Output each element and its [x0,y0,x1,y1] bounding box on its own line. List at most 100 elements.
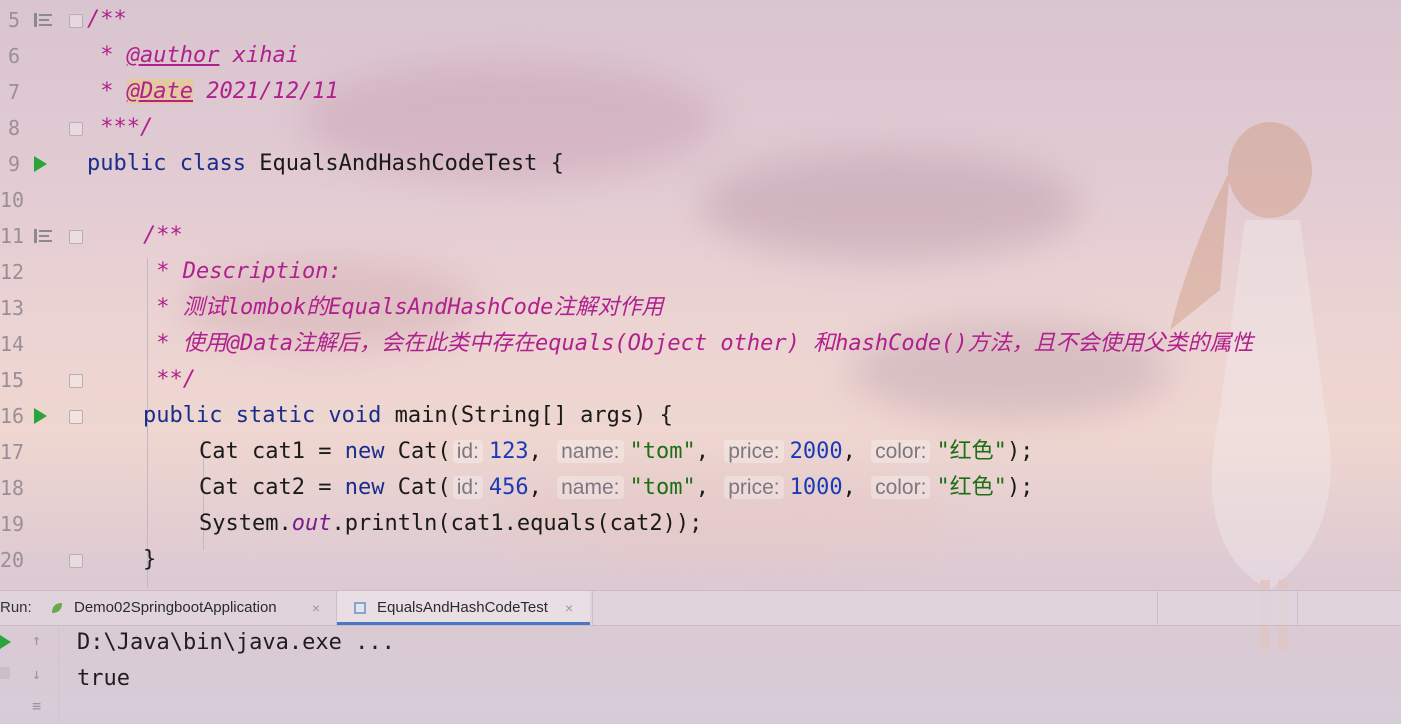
fold-icon[interactable] [69,230,83,244]
tab-equals-and-hashcode-test[interactable]: EqualsAndHashCodeTest × [337,591,590,625]
string-literal: "tom" [629,475,696,500]
code-text: Cat cat1 = [199,439,345,464]
scroll-up-icon[interactable]: ↑ [32,631,41,649]
console-command-line: D:\Java\bin\java.exe ... [77,630,395,655]
line-number: 18 [0,476,25,500]
code-text: ***/ [87,115,154,140]
number-literal: 456 [488,475,529,500]
line-number: 17 [0,440,25,464]
doc-lines-icon[interactable] [34,229,52,243]
code-line: 17 Cat cat1 = new Cat(id: 123, name: "tom"… [0,434,1401,470]
run-label: Run: [0,599,32,616]
string-literal: "红色" [936,439,1007,464]
javadoc-tag: @author [126,43,220,68]
code-text: * 使用@Data注解后，会在此类中存在equals(Object other)… [143,331,1254,356]
code-line: 6 * @author xihai [0,38,1401,74]
string-literal: "红色" [936,475,1007,500]
line-number: 16 [0,404,25,428]
param-hint: name: [557,476,624,499]
code-text: xihai [219,43,299,68]
run-gutter-icon[interactable] [34,156,47,172]
code-text: Cat cat2 = [199,475,345,500]
line-number: 6 [7,44,20,68]
code-text: * 测试lombok的EqualsAndHashCode注解对作用 [143,295,664,320]
line-number: 13 [0,296,25,320]
fold-icon[interactable] [69,554,83,568]
fold-icon[interactable] [69,410,83,424]
javadoc-tag: @Date [126,79,193,104]
scroll-down-icon[interactable]: ↓ [32,665,41,683]
line-number: 12 [0,260,25,284]
console-output-line: true [77,666,130,691]
run-tabbar: Run: Demo02SpringbootApplication × Equal… [0,590,1401,626]
line-number: 20 [0,548,25,572]
spring-leaf-icon [52,603,62,613]
code-text: /** [87,7,127,32]
line-number: 10 [0,188,25,212]
code-text: **/ [143,367,196,392]
keyword: new [344,475,385,500]
line-number: 7 [7,80,20,104]
code-line: 8 ***/ [0,110,1401,146]
fold-icon[interactable] [69,14,83,28]
line-number: 19 [0,512,25,536]
doc-lines-icon[interactable] [34,13,52,27]
code-line: 16 public static void main(String[] args… [0,398,1401,434]
fold-icon[interactable] [69,374,83,388]
code-line: 10 [0,182,1401,218]
tab-divider [1297,591,1298,625]
rerun-icon[interactable] [0,635,11,649]
code-line: 7 * @Date 2021/12/11 [0,74,1401,110]
line-number: 11 [0,224,25,248]
code-line: 12 * Description: [0,254,1401,290]
keyword: public class [87,151,246,176]
run-console[interactable]: ↑ ↓ ≡ D:\Java\bin\java.exe ... true [0,625,1401,724]
stop-icon[interactable] [0,667,10,679]
number-literal: 1000 [789,475,843,500]
code-line: 11 /** [0,218,1401,254]
java-class-icon [354,602,366,614]
code-text: .println(cat1.equals(cat2)); [331,511,703,536]
param-hint: color: [871,440,931,463]
param-hint: color: [871,476,931,499]
code-text: Cat( [384,439,451,464]
number-literal: 123 [488,439,529,464]
code-line: 9 public class EqualsAndHashCodeTest { [0,146,1401,182]
code-editor[interactable]: 5 /** 6 * @author xihai 7 * @Date 2021/1… [0,0,1401,590]
code-text: ); [1006,439,1034,464]
param-hint: id: [452,440,483,463]
code-line: 20 } [0,542,1401,578]
code-line: 19 System.out.println(cat1.equals(cat2))… [0,506,1401,542]
code-text: ); [1006,475,1034,500]
code-line: 18 Cat cat2 = new Cat(id: 456, name: "tom"… [0,470,1401,506]
tab-label: EqualsAndHashCodeTest [377,599,548,616]
string-literal: "tom" [629,439,696,464]
param-hint: id: [452,476,483,499]
param-hint: price: [724,476,784,499]
code-line: 14 * 使用@Data注解后，会在此类中存在equals(Object oth… [0,326,1401,362]
code-text: } [143,547,157,572]
code-line: 15 **/ [0,362,1401,398]
code-line: 13 * 测试lombok的EqualsAndHashCode注解对作用 [0,290,1401,326]
line-number: 14 [0,332,25,356]
close-icon[interactable]: × [312,591,320,625]
code-text: System. [199,511,292,536]
close-icon[interactable]: × [565,591,573,625]
number-literal: 2000 [789,439,843,464]
line-number: 9 [7,152,20,176]
line-number: 8 [7,116,20,140]
line-number: 15 [0,368,25,392]
fold-icon[interactable] [69,122,83,136]
soft-wrap-icon[interactable]: ≡ [32,697,41,715]
tab-divider [592,591,593,625]
static-field: out [291,511,332,536]
param-hint: price: [724,440,784,463]
param-hint: name: [557,440,624,463]
keyword: new [344,439,385,464]
code-line: 5 /** [0,2,1401,38]
line-number: 5 [7,8,20,32]
run-gutter-icon[interactable] [34,408,47,424]
console-toolbar: ↑ ↓ ≡ [0,625,59,724]
tab-demo02-springboot-application[interactable]: Demo02SpringbootApplication × [44,591,334,625]
class-declaration: EqualsAndHashCodeTest { [245,151,564,176]
